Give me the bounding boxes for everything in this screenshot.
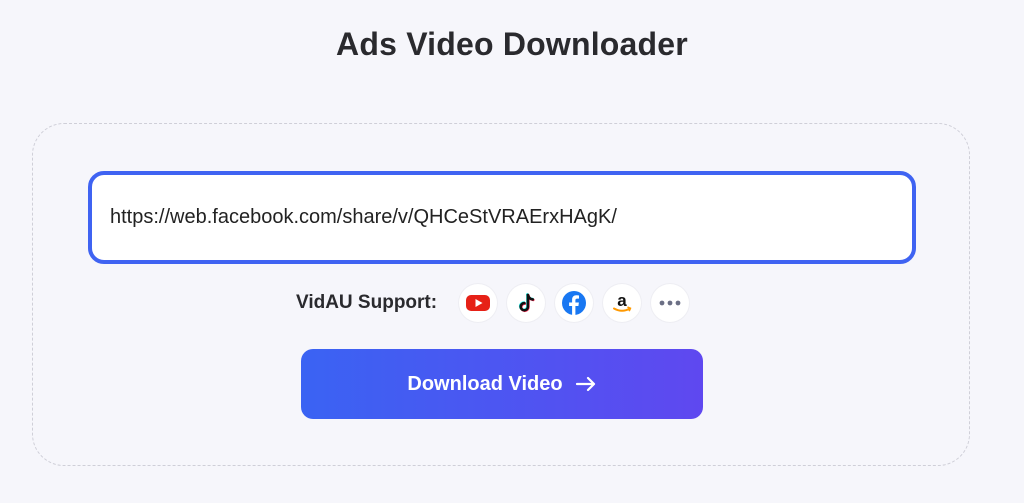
url-input[interactable] [110,175,894,260]
facebook-icon[interactable] [555,284,594,322]
arrow-right-icon [575,376,597,392]
download-button-label: Download Video [407,372,563,395]
svg-text:a: a [617,291,627,310]
support-row: VidAU Support: a [296,284,699,322]
support-label: VidAU Support: [296,292,438,313]
url-input-container[interactable] [88,171,916,264]
tiktok-icon[interactable] [507,284,546,322]
download-video-button[interactable]: Download Video [301,349,703,419]
youtube-icon[interactable] [459,284,498,322]
page-title: Ads Video Downloader [336,26,688,62]
more-icon[interactable] [651,284,690,322]
amazon-icon[interactable]: a [603,284,642,322]
